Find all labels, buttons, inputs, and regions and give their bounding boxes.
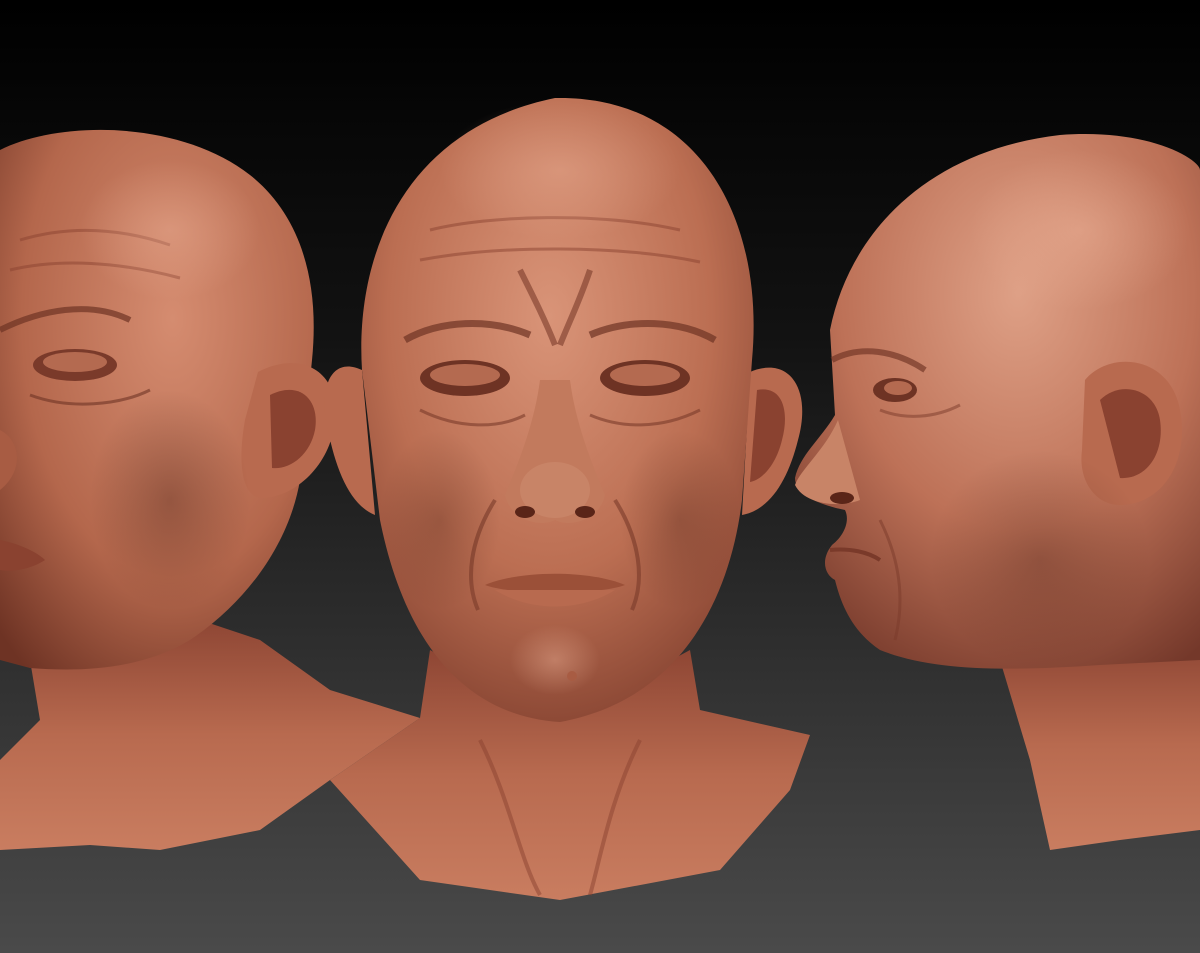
viewport-canvas xyxy=(0,0,1200,953)
sculpt-viewport[interactable] xyxy=(0,0,1200,953)
